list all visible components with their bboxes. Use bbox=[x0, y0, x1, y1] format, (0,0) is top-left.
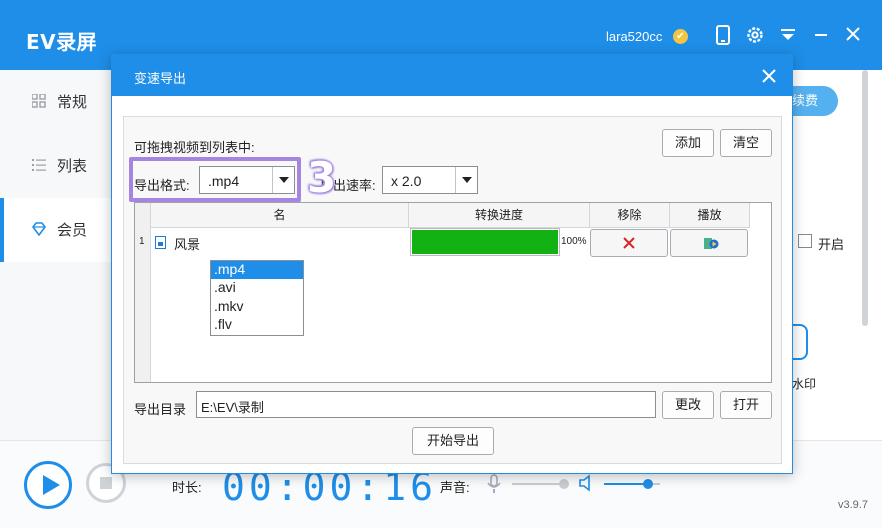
play-button[interactable] bbox=[670, 229, 748, 257]
sidebar-item-label: 会员 bbox=[57, 221, 88, 239]
format-option-mp4[interactable]: .mp4 bbox=[211, 261, 303, 279]
tutorial-step-number: 3 bbox=[307, 153, 337, 202]
column-header-remove: 移除 bbox=[590, 203, 670, 228]
column-header-play: 播放 bbox=[670, 203, 750, 228]
export-dir-label: 导出目录 bbox=[134, 402, 187, 417]
diamond-icon bbox=[32, 222, 46, 237]
format-option-flv[interactable]: .flv bbox=[211, 316, 303, 334]
speed-select-value: x 2.0 bbox=[391, 173, 422, 189]
sidebar-item-label: 常规 bbox=[57, 93, 88, 111]
start-export-button[interactable]: 开始导出 bbox=[412, 427, 494, 455]
start-record-button[interactable] bbox=[24, 461, 72, 509]
drag-hint-label: 可拖拽视频到列表中: bbox=[134, 140, 255, 155]
watermark-icon[interactable] bbox=[792, 324, 808, 360]
remove-x-icon bbox=[623, 237, 635, 249]
dialog-title: 变速导出 bbox=[134, 71, 187, 86]
file-icon bbox=[155, 236, 166, 249]
tutorial-highlight-box bbox=[129, 157, 301, 202]
sidebar: 常规 列表 会员 bbox=[0, 70, 112, 460]
mic-volume-fill bbox=[512, 483, 564, 485]
close-icon[interactable] bbox=[760, 67, 778, 85]
remove-button[interactable] bbox=[590, 229, 668, 257]
duration-label: 时长: bbox=[172, 480, 202, 495]
mic-volume-knob[interactable] bbox=[558, 479, 569, 489]
export-dir-field[interactable]: E:\EV\录制 bbox=[196, 391, 656, 418]
column-header-name: 名 bbox=[151, 203, 409, 228]
enable-checkbox-label: 开启 bbox=[818, 237, 845, 252]
enable-checkbox[interactable] bbox=[798, 234, 812, 248]
change-dir-button[interactable]: 更改 bbox=[662, 391, 714, 419]
speaker-icon[interactable] bbox=[578, 474, 594, 492]
row-index: 1 bbox=[139, 236, 145, 247]
speed-export-dialog: 变速导出 可拖拽视频到列表中: 添加 清空 导出格式: .mp4 导出速率: x… bbox=[111, 54, 793, 474]
sidebar-item-list[interactable]: 列表 bbox=[0, 134, 112, 198]
menu-dropdown-icon[interactable] bbox=[779, 25, 799, 45]
progress-percent: 100% bbox=[561, 236, 587, 247]
microphone-icon[interactable] bbox=[486, 474, 502, 494]
conversion-progress-fill bbox=[412, 230, 558, 254]
grid-icon bbox=[31, 93, 46, 108]
dialog-titlebar: 变速导出 bbox=[112, 55, 792, 96]
app-title: EV录屏 bbox=[26, 30, 98, 54]
membership-panel: 续费 开启 水印 bbox=[792, 70, 882, 460]
username[interactable]: lara520cc bbox=[606, 29, 662, 44]
file-name: 风景 bbox=[174, 237, 201, 252]
format-dropdown-list: .mp4 .avi .mkv .flv bbox=[210, 260, 304, 336]
phone-icon[interactable] bbox=[714, 25, 734, 45]
sidebar-item-label: 列表 bbox=[57, 157, 88, 175]
list-icon bbox=[32, 158, 46, 172]
speaker-volume-knob[interactable] bbox=[642, 479, 653, 489]
speaker-volume-slider[interactable] bbox=[604, 479, 660, 489]
chevron-down-icon[interactable] bbox=[455, 167, 477, 193]
close-window-icon[interactable] bbox=[844, 25, 864, 45]
conversion-progress-bar bbox=[410, 228, 560, 256]
open-dir-button[interactable]: 打开 bbox=[720, 391, 772, 419]
sidebar-item-general[interactable]: 常规 bbox=[0, 70, 112, 134]
speed-select[interactable]: x 2.0 bbox=[382, 166, 478, 194]
speaker-volume-fill bbox=[604, 483, 648, 485]
dialog-content: 可拖拽视频到列表中: 添加 清空 导出格式: .mp4 导出速率: x 2.0 … bbox=[123, 116, 782, 464]
settings-gear-icon[interactable] bbox=[745, 25, 765, 45]
mic-volume-slider[interactable] bbox=[512, 479, 569, 489]
column-header-progress: 转换进度 bbox=[409, 203, 590, 228]
vip-badge-icon: ✔ bbox=[673, 29, 688, 44]
minimize-icon[interactable] bbox=[812, 25, 832, 45]
row-header-gutter bbox=[135, 203, 151, 382]
add-button[interactable]: 添加 bbox=[662, 129, 714, 157]
page-scrollbar[interactable] bbox=[862, 70, 868, 326]
volume-label: 声音: bbox=[440, 480, 470, 495]
renew-button[interactable]: 续费 bbox=[792, 86, 838, 116]
clear-button[interactable]: 清空 bbox=[720, 129, 772, 157]
sidebar-item-membership[interactable]: 会员 bbox=[0, 198, 112, 262]
play-video-icon bbox=[704, 238, 719, 249]
format-option-mkv[interactable]: .mkv bbox=[211, 298, 303, 316]
format-option-avi[interactable]: .avi bbox=[211, 279, 303, 297]
version-text: v3.9.7 bbox=[838, 499, 868, 511]
watermark-label: 水印 bbox=[792, 377, 817, 391]
